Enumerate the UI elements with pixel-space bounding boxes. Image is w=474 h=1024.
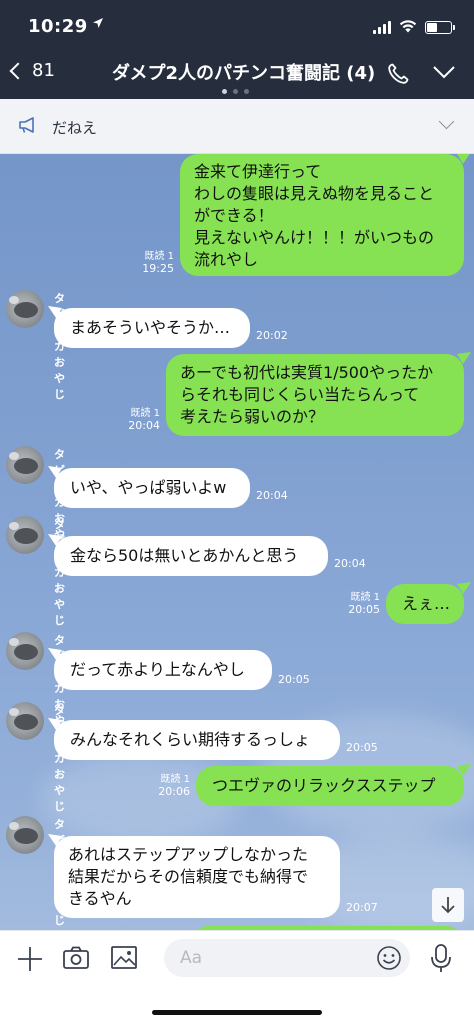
bubble-tail: [457, 764, 471, 776]
message-time: 20:05: [348, 603, 380, 616]
back-count: 81: [32, 60, 55, 81]
wifi-icon: [399, 18, 417, 37]
bubble-tail: [48, 306, 62, 318]
message-line: あれはステップアップしなかった: [68, 845, 309, 864]
message-line: みんなそれくらい期待するっしょ: [70, 730, 311, 749]
message-meta: 既読 1 20:05: [336, 592, 380, 616]
message-bubble[interactable]: あーでも初代は実質1/500やったか らそれも同じくらい当たらんって 考えたら弱…: [166, 354, 464, 436]
home-indicator: [152, 1010, 322, 1015]
megaphone-icon: [18, 116, 38, 138]
scroll-to-bottom-button[interactable]: [432, 888, 464, 922]
message-line: 考えたら弱いのか？: [180, 407, 325, 426]
message-line: きるやん: [68, 889, 132, 908]
message-meta: 既読 1 19:25: [130, 251, 174, 275]
chat-area[interactable]: 金来て伊達行って わしの隻眼は見えぬ物を見ること ができる！ 見えないやんけ！！…: [0, 154, 474, 930]
status-time: 10:29: [28, 16, 88, 37]
message-time: 20:04: [128, 419, 160, 432]
announcement-text: だねえ: [52, 119, 98, 137]
location-arrow-icon: [92, 17, 104, 33]
battery-icon: [425, 21, 455, 34]
arrow-down-icon: [441, 897, 455, 914]
message-line: つエヴァのリラックスステップ: [212, 776, 436, 795]
chevron-down-icon: [438, 113, 455, 130]
message-input[interactable]: Aa: [164, 939, 410, 977]
message-bubble[interactable]: まあそういやそうか…: [54, 308, 250, 348]
camera-icon[interactable]: [62, 945, 90, 975]
bubble-tail: [48, 648, 62, 660]
message-bubble[interactable]: いや、やっぱ弱いよw: [54, 468, 250, 508]
message-line: いや、やっぱ弱いよw: [70, 478, 227, 497]
bubble-tail: [48, 534, 62, 546]
message-line: ができる！: [194, 206, 274, 225]
message-line: 結果だからその信頼度でも納得で: [68, 867, 309, 886]
microphone-icon[interactable]: [430, 943, 452, 977]
message-line: あーでも初代は実質1/500やったか: [180, 363, 434, 382]
top-bar: 10:29 81 ダメプ2人のパチンコ奮闘記 (4): [0, 0, 474, 99]
message-bubble[interactable]: つエヴァのリラックスステップ: [196, 766, 464, 806]
message-bubble[interactable]: あれはステップアップしなかった 結果だからその信頼度でも納得で きるやん: [54, 836, 340, 918]
bubble-tail: [48, 718, 62, 730]
chevron-left-icon: [9, 62, 27, 79]
message-line: 金なら50は無いとあかんと思う: [70, 546, 299, 565]
chat-title: ダメプ2人のパチンコ奮闘記 (4): [112, 63, 376, 84]
input-placeholder: Aa: [180, 948, 203, 968]
message-line: まあそういやそうか…: [70, 318, 231, 337]
message-bubble[interactable]: 金来て伊達行って わしの隻眼は見えぬ物を見ること ができる！ 見えないやんけ！！…: [180, 154, 464, 276]
message-time: 19:25: [142, 262, 174, 275]
message-line: だって赤より上なんやし: [70, 660, 245, 679]
message-bubble[interactable]: えぇ…: [386, 584, 464, 624]
page-indicator: [222, 89, 249, 94]
avatar[interactable]: [6, 446, 44, 484]
message-line: えぇ…: [402, 594, 451, 613]
message-line: 金来て伊達行って: [194, 162, 322, 181]
phone-call-button[interactable]: [386, 62, 410, 90]
message-time: 20:06: [158, 785, 190, 798]
message-meta: 既読 1 20:06: [146, 774, 190, 798]
phone-icon: [388, 63, 409, 84]
message-time: 20:05: [346, 741, 378, 754]
message-time: 20:04: [334, 557, 366, 570]
back-button[interactable]: 81: [9, 60, 55, 81]
message-bubble[interactable]: 金なら50は無いとあかんと思う: [54, 536, 328, 576]
avatar[interactable]: [6, 516, 44, 554]
message-time: 20:07: [346, 901, 378, 914]
bubble-tail: [48, 834, 62, 846]
bubble-tail: [48, 466, 62, 478]
message-line: らそれも同じくらい当たらんって: [180, 385, 420, 404]
message-line: 流れやし: [194, 250, 259, 269]
cellular-signal-icon: [373, 21, 391, 34]
menu-dropdown-button[interactable]: [432, 64, 456, 84]
message-time: 20:04: [256, 489, 288, 502]
message-bubble[interactable]: だって赤より上なんやし: [54, 650, 272, 690]
message-time: 20:05: [278, 673, 310, 686]
avatar[interactable]: [6, 816, 44, 854]
image-icon[interactable]: [110, 945, 138, 975]
message-bubble[interactable]: みんなそれくらい期待するっしょ: [54, 720, 340, 760]
message-meta: 既読 1 20:04: [116, 408, 160, 432]
bubble-tail: [457, 154, 470, 164]
bubble-tail: [457, 352, 471, 364]
chevron-down-icon: [433, 66, 455, 79]
message-time: 20:02: [256, 329, 288, 342]
bubble-tail: [457, 582, 471, 594]
avatar[interactable]: [6, 702, 44, 740]
message-line: わしの隻眼は見えぬ物を見ること: [194, 184, 435, 203]
message-line: 見えないやんけ！！！がいつもの: [194, 228, 435, 247]
avatar[interactable]: [6, 632, 44, 670]
emoji-icon[interactable]: [376, 945, 402, 975]
announcement-bar[interactable]: だねえ: [0, 99, 474, 154]
avatar[interactable]: [6, 290, 44, 328]
status-indicators: [373, 18, 455, 37]
plus-icon[interactable]: [16, 945, 44, 977]
